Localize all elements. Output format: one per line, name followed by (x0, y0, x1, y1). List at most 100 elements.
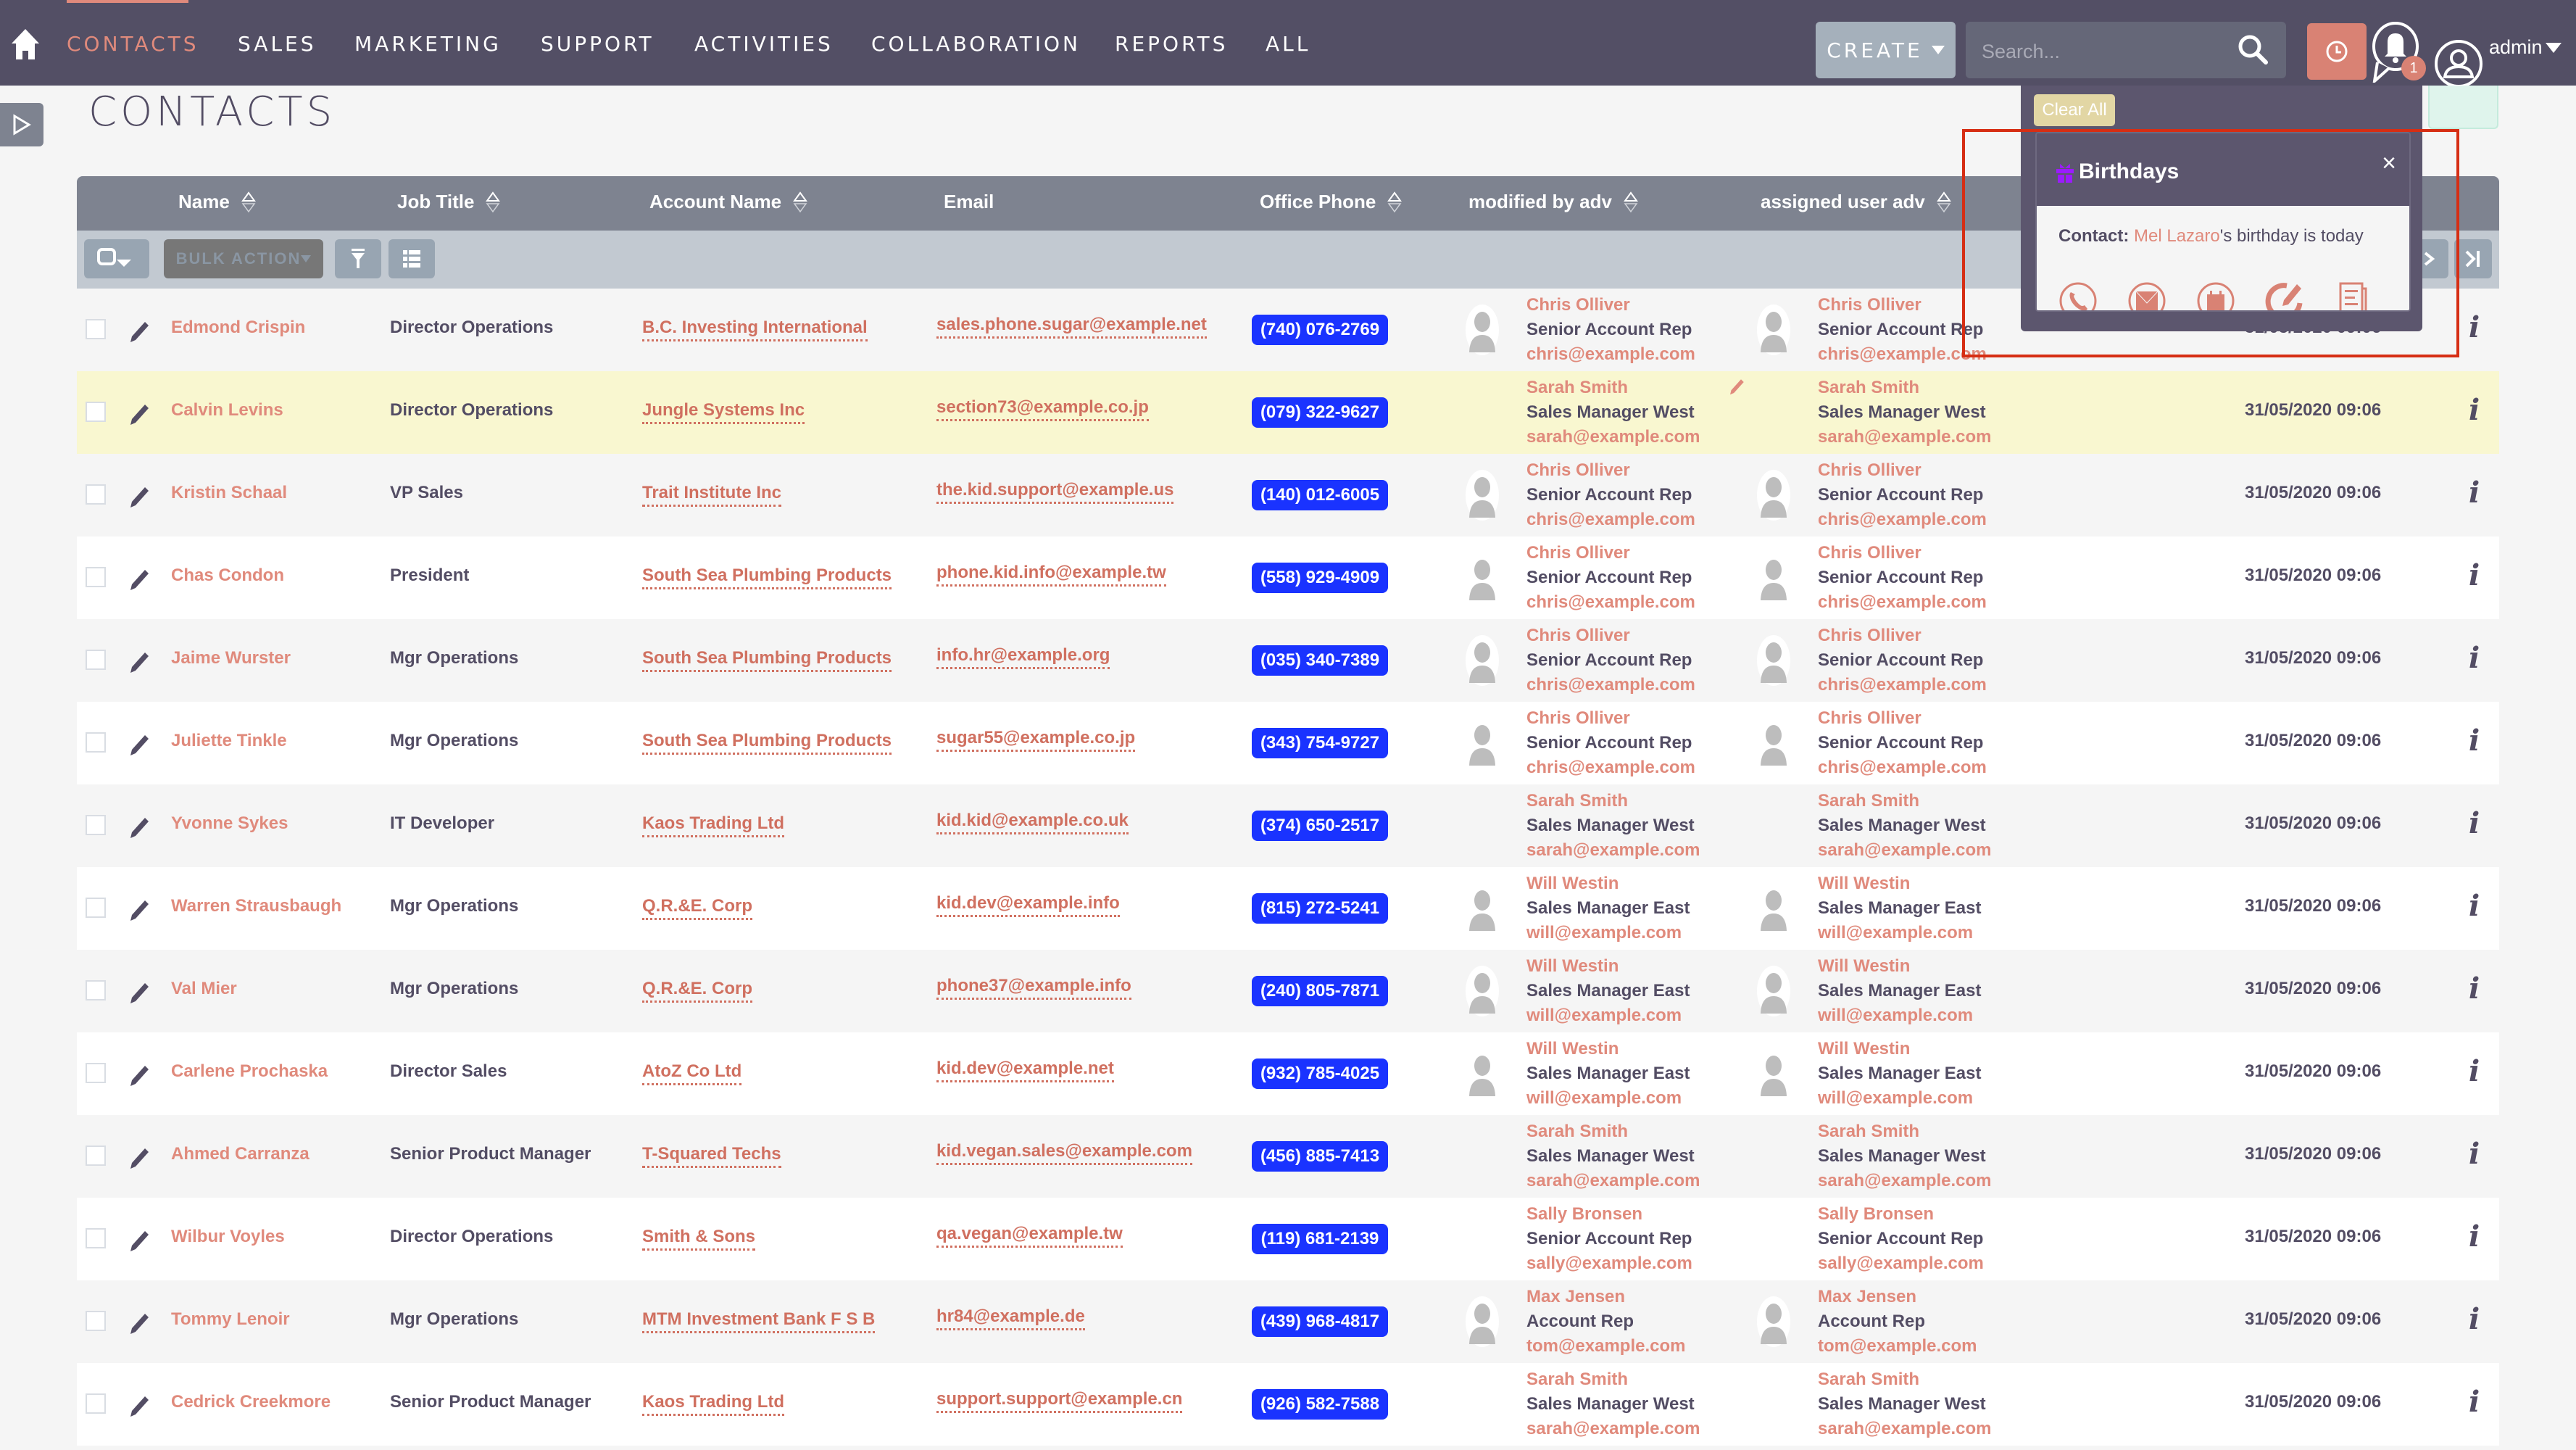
edit-pencil-icon[interactable] (128, 1393, 151, 1418)
user-email-link[interactable]: sarah@example.com (1526, 425, 1700, 450)
user-email-link[interactable]: chris@example.com (1526, 590, 1695, 615)
user-name-link[interactable]: Chris Olliver (1526, 458, 1695, 483)
email-link[interactable]: section73@example.co.jp (936, 397, 1149, 421)
column-header-account-name[interactable]: Account Name (649, 191, 808, 213)
last-page-button[interactable] (2454, 239, 2492, 278)
email-link[interactable]: support.support@example.cn (936, 1389, 1183, 1413)
account-name-link[interactable]: Kaos Trading Ltd (642, 813, 785, 837)
sort-icon[interactable] (1387, 191, 1403, 213)
sort-icon[interactable] (1936, 191, 1951, 213)
user-name-link[interactable]: Chris Olliver (1526, 541, 1695, 566)
user-email-link[interactable]: chris@example.com (1526, 755, 1695, 780)
calendar-icon[interactable] (2196, 281, 2235, 312)
sort-icon[interactable] (486, 191, 501, 213)
column-header-modified-by[interactable]: modified by adv (1468, 191, 1638, 213)
user-email-link[interactable]: will@example.com (1526, 921, 1690, 945)
bulk-action-button[interactable]: BULK ACTION (164, 239, 323, 278)
email-link[interactable]: kid.dev@example.info (936, 893, 1120, 917)
info-icon[interactable]: i (2469, 889, 2480, 923)
office-phone-badge[interactable]: (932) 785-4025 (1252, 1058, 1388, 1089)
column-header-job-title[interactable]: Job Title (397, 191, 501, 213)
nav-sales[interactable]: SALES (238, 32, 317, 56)
office-phone-badge[interactable]: (456) 885-7413 (1252, 1141, 1388, 1172)
sort-icon[interactable] (1623, 191, 1638, 213)
user-name-link[interactable]: Sarah Smith (1818, 789, 1992, 813)
info-icon[interactable]: i (2469, 806, 2480, 840)
edit-pencil-icon[interactable] (128, 567, 151, 592)
office-phone-badge[interactable]: (079) 322-9627 (1252, 397, 1388, 428)
edit-pencil-icon[interactable] (128, 732, 151, 757)
user-email-link[interactable]: chris@example.com (1818, 755, 1987, 780)
sidebar-toggle-button[interactable] (0, 103, 43, 146)
contact-name-link[interactable]: Warren Strausbaugh (171, 896, 341, 916)
user-email-link[interactable]: tom@example.com (1526, 1334, 1685, 1359)
user-name-link[interactable]: Will Westin (1818, 1037, 1981, 1061)
row-checkbox[interactable] (86, 402, 106, 422)
edit-pencil-icon[interactable] (128, 898, 151, 922)
user-email-link[interactable]: sarah@example.com (1526, 1169, 1700, 1193)
user-email-link[interactable]: will@example.com (1818, 1086, 1981, 1111)
nav-collaboration[interactable]: COLLABORATION (871, 32, 1081, 56)
account-name-link[interactable]: Trait Institute Inc (642, 483, 782, 507)
user-name-link[interactable]: Chris Olliver (1818, 624, 1987, 648)
user-email-link[interactable]: chris@example.com (1818, 673, 1987, 697)
user-name-link[interactable]: Chris Olliver (1818, 458, 1987, 483)
user-email-link[interactable]: chris@example.com (1818, 508, 1987, 532)
edit-pencil-icon[interactable] (128, 980, 151, 1005)
account-name-link[interactable]: Kaos Trading Ltd (642, 1392, 785, 1416)
email-link[interactable]: qa.vegan@example.tw (936, 1224, 1123, 1248)
user-email-link[interactable]: sarah@example.com (1818, 1169, 1992, 1193)
user-name-link[interactable]: Sarah Smith (1818, 376, 1992, 400)
contact-name-link[interactable]: Tommy Lenoir (171, 1309, 290, 1330)
account-name-link[interactable]: Smith & Sons (642, 1227, 756, 1251)
edit-pencil-icon[interactable] (128, 1063, 151, 1088)
account-name-link[interactable]: Q.R.&E. Corp (642, 979, 753, 1003)
account-name-link[interactable]: South Sea Plumbing Products (642, 648, 892, 672)
account-name-link[interactable]: AtoZ Co Ltd (642, 1061, 742, 1085)
office-phone-badge[interactable]: (740) 076-2769 (1252, 315, 1388, 345)
info-icon[interactable]: i (2469, 1137, 2480, 1171)
edit-pencil-icon[interactable] (128, 484, 151, 509)
user-name-link[interactable]: Sarah Smith (1818, 1367, 1992, 1392)
nav-all[interactable]: ALL (1266, 32, 1310, 56)
user-email-link[interactable]: will@example.com (1818, 921, 1981, 945)
column-header-office-phone[interactable]: Office Phone (1260, 191, 1403, 213)
user-email-link[interactable]: sally@example.com (1526, 1251, 1692, 1276)
contact-name-link[interactable]: Val Mier (171, 979, 237, 999)
user-email-link[interactable]: sarah@example.com (1818, 838, 1992, 863)
user-name-link[interactable]: Max Jensen (1818, 1285, 1977, 1309)
row-checkbox[interactable] (86, 1228, 106, 1248)
user-email-link[interactable]: tom@example.com (1818, 1334, 1977, 1359)
contact-name-link[interactable]: Jaime Wurster (171, 648, 291, 668)
phone-icon[interactable] (2058, 281, 2098, 312)
column-header-assigned-user[interactable]: assigned user adv (1761, 191, 1951, 213)
user-name-link[interactable]: Sarah Smith (1526, 789, 1700, 813)
row-checkbox[interactable] (86, 1393, 106, 1414)
row-checkbox[interactable] (86, 980, 106, 1000)
email-link[interactable]: info.hr@example.org (936, 645, 1110, 669)
user-name-link[interactable]: Chris Olliver (1818, 706, 1987, 731)
filter-button[interactable] (335, 239, 381, 278)
email-link[interactable]: the.kid.support@example.us (936, 480, 1174, 504)
user-name-link[interactable]: Will Westin (1526, 954, 1690, 979)
info-icon[interactable]: i (2469, 641, 2480, 675)
office-phone-badge[interactable]: (119) 681-2139 (1252, 1224, 1388, 1254)
user-name-link[interactable]: Sally Bronsen (1818, 1202, 1984, 1227)
row-checkbox[interactable] (86, 1146, 106, 1166)
user-name-link[interactable]: Sarah Smith (1818, 1119, 1992, 1144)
account-name-link[interactable]: B.C. Investing International (642, 318, 868, 341)
user-email-link[interactable]: chris@example.com (1526, 508, 1695, 532)
user-avatar-icon[interactable] (2433, 38, 2484, 90)
account-name-link[interactable]: South Sea Plumbing Products (642, 566, 892, 589)
close-icon[interactable]: × (2382, 149, 2396, 178)
user-menu[interactable]: admin (2489, 36, 2562, 59)
user-name-link[interactable]: Will Westin (1526, 1037, 1690, 1061)
contact-name-link[interactable]: Chas Condon (171, 566, 284, 586)
inline-edit-pencil-icon[interactable] (1728, 377, 1745, 396)
row-checkbox[interactable] (86, 650, 106, 670)
user-name-link[interactable]: Chris Olliver (1818, 541, 1987, 566)
office-phone-badge[interactable]: (926) 582-7588 (1252, 1389, 1388, 1420)
email-link[interactable]: sugar55@example.co.jp (936, 728, 1136, 752)
account-name-link[interactable]: T-Squared Techs (642, 1144, 781, 1168)
nav-contacts[interactable]: CONTACTS (67, 32, 199, 56)
